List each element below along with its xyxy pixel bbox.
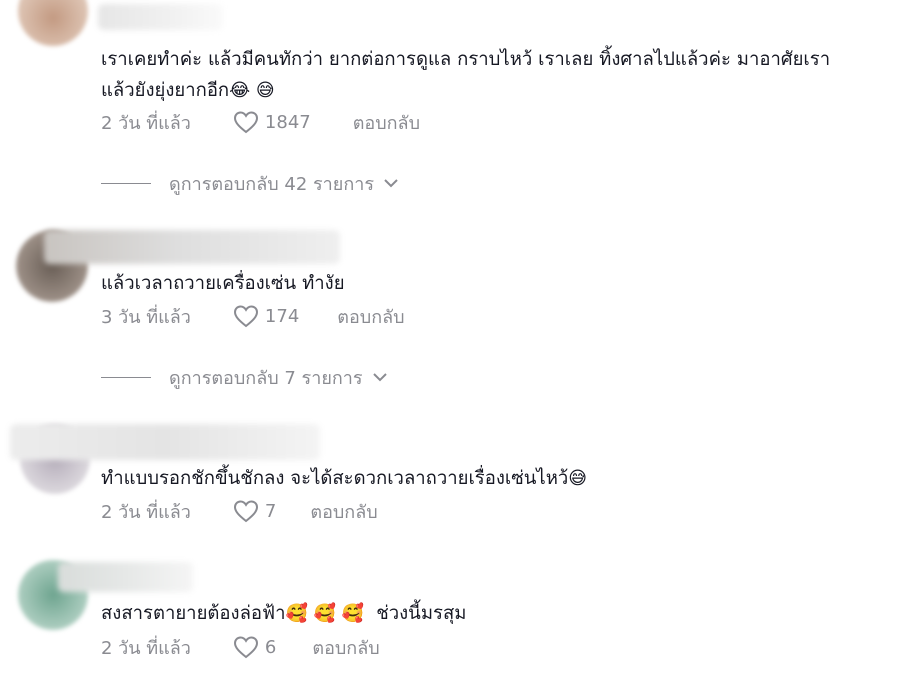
comment-item: แล้วเวลาถวายเครื่องเซ่น ทำงัย 3 วัน ที่แ… bbox=[0, 200, 919, 400]
reply-button[interactable]: ตอบกลับ bbox=[337, 302, 404, 331]
comment-item: ทำแบบรอกชักขึ้นชักลง จะได้สะดวกเวลาถวายเ… bbox=[0, 400, 919, 540]
comment-item: สงสารตายายต้องล่อฟ้า🥰 🥰 🥰 ช่วงนี้มรสุม 2 … bbox=[0, 540, 919, 680]
like-button[interactable]: 7 bbox=[233, 499, 276, 523]
reply-button[interactable]: ตอบกลับ bbox=[312, 633, 379, 662]
heart-icon bbox=[233, 305, 258, 328]
avatar[interactable] bbox=[18, 0, 88, 46]
like-button[interactable]: 174 bbox=[233, 304, 299, 328]
comment-time: 2 วัน ที่แล้ว bbox=[101, 112, 191, 134]
username[interactable] bbox=[58, 562, 193, 592]
emoji-icon: 😅 bbox=[568, 468, 588, 489]
heart-icon bbox=[233, 636, 258, 659]
like-count: 6 bbox=[264, 636, 277, 658]
emoji-icon: 🥰 🥰 🥰 bbox=[285, 603, 365, 624]
comment-meta: 2 วัน ที่แล้ว 7 ตอบกลับ bbox=[101, 498, 378, 524]
comment-text: สงสารตายายต้องล่อฟ้า🥰 🥰 🥰 ช่วงนี้มรสุม bbox=[101, 603, 467, 624]
heart-icon bbox=[233, 111, 258, 134]
view-replies-button[interactable]: ดูการตอบกลับ 7 รายการ bbox=[101, 365, 389, 389]
comment-meta: 2 วัน ที่แล้ว 6 ตอบกลับ bbox=[101, 634, 380, 660]
divider bbox=[101, 376, 151, 378]
like-count: 174 bbox=[264, 305, 300, 327]
view-replies-label: ดูการตอบกลับ 42 รายการ bbox=[169, 173, 374, 195]
reply-button[interactable]: ตอบกลับ bbox=[310, 497, 377, 526]
comment-text: เราเคยทำค่ะ แล้วมีคนทักว่า ยากต่อการดูแล… bbox=[101, 49, 831, 101]
heart-icon bbox=[233, 500, 258, 523]
username[interactable] bbox=[98, 4, 223, 30]
view-replies-button[interactable]: ดูการตอบกลับ 42 รายการ bbox=[101, 171, 400, 195]
like-button[interactable]: 6 bbox=[233, 635, 276, 659]
comment-meta: 3 วัน ที่แล้ว 174 ตอบกลับ bbox=[101, 303, 405, 329]
comment-time: 2 วัน ที่แล้ว bbox=[101, 637, 191, 659]
comment-time: 3 วัน ที่แล้ว bbox=[101, 306, 191, 328]
like-button[interactable]: 1847 bbox=[233, 110, 311, 134]
comment-time: 2 วัน ที่แล้ว bbox=[101, 501, 191, 523]
comment-meta: 2 วัน ที่แล้ว 1847 ตอบกลับ bbox=[101, 109, 420, 135]
comment-text: แล้วเวลาถวายเครื่องเซ่น ทำงัย bbox=[101, 273, 345, 294]
comment-text: ทำแบบรอกชักขึ้นชักลง จะได้สะดวกเวลาถวายเ… bbox=[101, 468, 588, 489]
view-replies-label: ดูการตอบกลับ 7 รายการ bbox=[169, 367, 363, 389]
chevron-down-icon bbox=[372, 373, 387, 382]
reply-button[interactable]: ตอบกลับ bbox=[353, 108, 420, 137]
username[interactable] bbox=[10, 424, 320, 460]
divider bbox=[101, 182, 151, 184]
chevron-down-icon bbox=[384, 179, 398, 188]
comment-item: เราเคยทำค่ะ แล้วมีคนทักว่า ยากต่อการดูแล… bbox=[0, 0, 919, 200]
username[interactable] bbox=[44, 230, 340, 264]
like-count: 7 bbox=[264, 500, 277, 522]
emoji-icon: 😂 😅 bbox=[229, 80, 275, 101]
like-count: 1847 bbox=[264, 111, 311, 133]
